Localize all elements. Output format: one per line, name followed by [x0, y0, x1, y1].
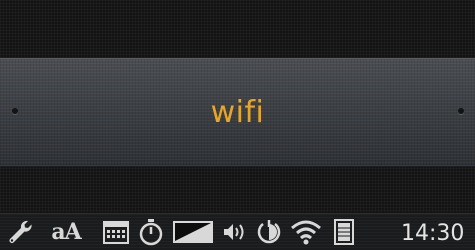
frontlight-icon[interactable] [253, 217, 285, 247]
font-size-icon: aA [51, 219, 81, 245]
brightness-icon[interactable] [171, 217, 215, 247]
device-screen: wifi aA 14:30 [0, 0, 475, 250]
volume-icon[interactable] [220, 217, 250, 247]
wifi-icon[interactable] [288, 217, 324, 247]
battery-icon[interactable] [330, 217, 358, 247]
calendar-icon[interactable] [100, 217, 132, 247]
banner-title: wifi [210, 95, 265, 130]
timer-icon[interactable] [136, 217, 166, 247]
wrench-icon[interactable] [4, 217, 36, 247]
font-size-button[interactable]: aA [38, 217, 94, 247]
title-banner: wifi [0, 58, 475, 167]
bottom-taskbar: aA 14:30 [0, 213, 475, 250]
clock: 14:30 [401, 221, 465, 246]
